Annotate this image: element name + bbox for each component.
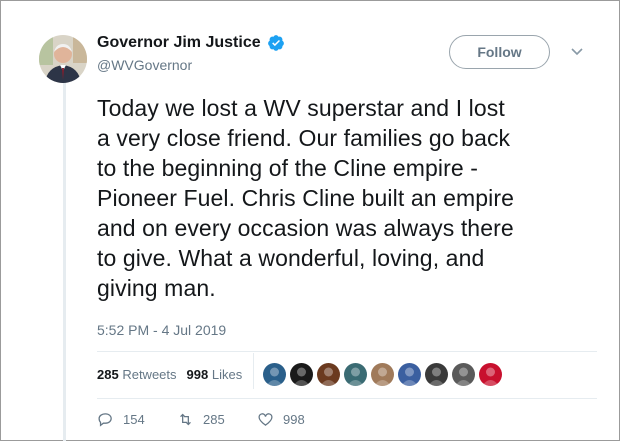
like-action[interactable]: 998 [257, 411, 337, 428]
retweets-label: Retweets [122, 367, 177, 382]
retweet-icon [180, 413, 191, 426]
liker-avatar-4[interactable] [344, 363, 367, 386]
liker-avatar-6[interactable] [398, 363, 421, 386]
reply-count: 154 [123, 412, 145, 427]
tweet-actions: 154 285 998 [97, 411, 337, 428]
retweet-count: 285 [203, 412, 225, 427]
tweet-card: Governor Jim Justice @WVGovernor Follow … [0, 0, 620, 441]
liker-avatar-8[interactable] [452, 363, 475, 386]
retweet-action[interactable]: 285 [177, 411, 257, 428]
liker-avatar-2[interactable] [290, 363, 313, 386]
stats-separator [253, 353, 254, 389]
tweet-text: Today we lost a WV superstar and I lost … [97, 95, 515, 301]
follow-button[interactable]: Follow [449, 35, 550, 69]
divider-top [97, 351, 597, 352]
reply-icon [98, 413, 112, 427]
author-avatar[interactable] [39, 35, 87, 83]
likes-count: 998 [186, 367, 209, 382]
verified-badge-icon [267, 35, 284, 51]
liker-avatar-1[interactable] [263, 363, 286, 386]
likes-stat[interactable]: 998 Likes [187, 367, 243, 382]
reply-action[interactable]: 154 [97, 411, 177, 428]
divider-bottom [97, 398, 597, 399]
author-display-name[interactable]: Governor Jim Justice [97, 34, 261, 52]
retweets-stat[interactable]: 285 Retweets [97, 367, 177, 382]
retweets-count: 285 [97, 367, 119, 382]
liker-avatar-7[interactable] [425, 363, 448, 386]
liker-avatar-9[interactable] [479, 363, 502, 386]
thread-line [63, 81, 66, 441]
liker-avatars [263, 363, 502, 386]
heart-icon [258, 413, 273, 426]
author-handle[interactable]: @WVGovernor [97, 57, 192, 73]
chevron-down-icon[interactable] [569, 45, 585, 59]
engagement-stats: 285 Retweets 998 Likes [97, 367, 242, 382]
like-count: 998 [283, 412, 305, 427]
liker-avatar-3[interactable] [317, 363, 340, 386]
likes-label: Likes [211, 367, 243, 382]
tweet-timestamp[interactable]: 5:52 PM - 4 Jul 2019 [97, 322, 226, 338]
author-name-row[interactable]: Governor Jim Justice [97, 34, 285, 52]
liker-avatar-5[interactable] [371, 363, 394, 386]
